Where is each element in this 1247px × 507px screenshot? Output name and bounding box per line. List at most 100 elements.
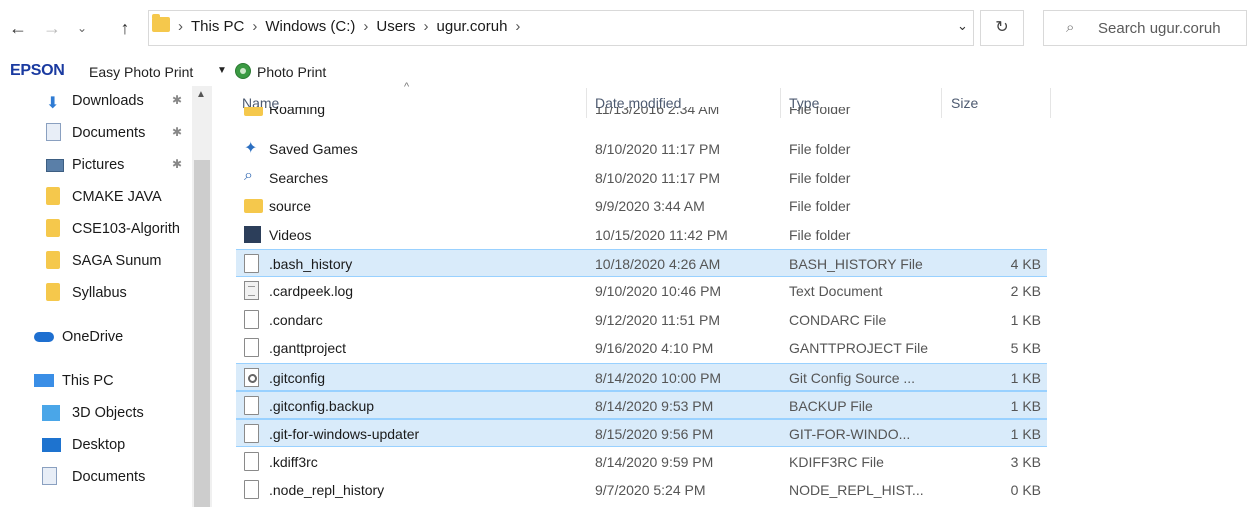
file-row[interactable]: .git-for-windows-updater 8/15/2020 9:56 P… [236, 419, 1047, 448]
file-type: GANTTPROJECT File [789, 340, 928, 357]
back-button[interactable]: ← [6, 16, 30, 40]
breadcrumb-separator[interactable]: › [178, 18, 183, 35]
documents-icon [42, 467, 57, 485]
file-date-modified: 9/7/2020 5:24 PM [595, 482, 706, 499]
file-row[interactable]: .gitconfig 8/14/2020 10:00 PM Git Config S… [236, 362, 1047, 391]
breadcrumb-this-pc[interactable]: This PC [191, 18, 244, 35]
breadcrumb-separator[interactable]: › [363, 18, 368, 35]
folder-icon [244, 199, 263, 214]
desktop-icon [42, 438, 61, 452]
file-date-modified: 8/14/2020 9:53 PM [595, 398, 714, 414]
file-date-modified: 10/15/2020 11:42 PM [595, 226, 728, 243]
refresh-icon: ↻ [995, 19, 1009, 36]
folder-icon [46, 187, 60, 205]
sidebar-scrollbar-thumb[interactable] [194, 160, 210, 507]
sidebar-item-label: CSE103-Algorith [72, 221, 180, 237]
file-name: .gitconfig [269, 369, 326, 386]
recent-locations-button[interactable]: ⌄ [70, 16, 94, 40]
file-row[interactable]: .gitconfig.backup 8/14/2020 9:53 PM BACKUP… [236, 391, 1047, 419]
breadcrumb-ugur-coruh[interactable]: ugur.coruh [437, 18, 508, 35]
sidebar-item-pictures[interactable]: Pictures ✱ [0, 150, 192, 180]
file-row[interactable]: .ganttproject 9/16/2020 4:10 PM GANTTPROJE… [236, 334, 1047, 362]
sidebar-item-label: Syllabus [72, 285, 127, 301]
onedrive-icon [34, 332, 54, 342]
file-date-modified: 9/12/2020 11:51 PM [595, 311, 721, 328]
address-row: ← → ⌄ ↑ › This PC › Windows (C:) › Users › ugur… [0, 0, 1247, 56]
breadcrumb-separator[interactable]: › [252, 18, 257, 35]
search-icon: ⌕ [1066, 19, 1075, 36]
file-type: File folder [789, 141, 851, 158]
sidebar-item-documents[interactable]: Documents ✱ [0, 118, 192, 148]
sidebar-item-onedrive[interactable]: OneDrive [0, 322, 192, 352]
pin-icon: ✱ [172, 93, 183, 107]
file-size: 0 KB [1010, 482, 1041, 499]
sidebar-item-cmake-java[interactable]: CMAKE JAVA [0, 182, 192, 212]
file-type: Text Document [789, 283, 883, 300]
sidebar-item-label: Pictures [72, 157, 125, 173]
refresh-button[interactable]: ↻ [980, 10, 1024, 46]
photo-print-button[interactable]: Photo Print [257, 64, 326, 80]
file-row[interactable]: ✦ Saved Games 8/10/2020 11:17 PM File folde… [236, 135, 1047, 163]
navigation-pane: ▲ ⬇ Downloads ✱ Documents ✱ Pictures ✱ CMAKE JA… [0, 86, 212, 507]
sidebar-item-3d-objects[interactable]: 3D Objects [0, 398, 192, 428]
breadcrumb-separator[interactable]: › [515, 18, 520, 35]
file-row[interactable]: .cardpeek.log 9/10/2020 10:46 PM Text Docu… [236, 277, 1047, 305]
file-date-modified: 9/9/2020 3:44 AM [595, 198, 705, 215]
file-row[interactable]: .bash_history 10/18/2020 4:26 AM BASH_HIST… [236, 249, 1047, 277]
scroll-up-icon[interactable]: ▲ [196, 89, 206, 100]
breadcrumb-windows-c[interactable]: Windows (C:) [265, 18, 355, 35]
file-size: 3 KB [1010, 453, 1041, 470]
column-divider[interactable] [1050, 88, 1051, 118]
folder-icon [46, 251, 60, 269]
file-name: .ganttproject [269, 340, 347, 357]
file-name: source [269, 198, 312, 215]
sidebar-item-label: CMAKE JAVA [72, 189, 162, 205]
photo-print-icon [235, 63, 251, 79]
config-file-icon [244, 367, 259, 387]
file-date-modified: 8/14/2020 10:00 PM [595, 369, 722, 386]
sidebar-item-cse103-algorith[interactable]: CSE103-Algorith [0, 214, 192, 244]
file-row[interactable]: .kdiff3rc 8/14/2020 9:59 PM KDIFF3RC File 3… [236, 448, 1047, 476]
sidebar-item-desktop[interactable]: Desktop [0, 430, 192, 460]
file-icon [244, 254, 259, 273]
breadcrumb-separator[interactable]: › [424, 18, 429, 35]
forward-button[interactable]: → [40, 16, 64, 40]
3d-objects-icon [42, 405, 60, 421]
file-row[interactable]: source 9/9/2020 3:44 AM File folder [236, 192, 1047, 220]
sidebar-item-documents[interactable]: Documents [0, 462, 192, 492]
file-size: 1 KB [1010, 311, 1041, 328]
search-placeholder: Search ugur.coruh [1098, 20, 1221, 37]
file-name: .condarc [269, 311, 323, 328]
easy-photo-print-button[interactable]: Easy Photo Print [89, 64, 193, 80]
dropdown-caret-icon[interactable]: ▼ [217, 65, 227, 76]
file-icon [244, 424, 259, 444]
sidebar-item-saga-sunum[interactable]: SAGA Sunum [0, 246, 192, 276]
file-date-modified: 8/10/2020 11:17 PM [595, 141, 721, 158]
sidebar-item-label: Downloads [72, 93, 144, 109]
file-type: File folder [789, 169, 851, 186]
file-size: 4 KB [1010, 256, 1041, 272]
sidebar-item-label: OneDrive [62, 329, 124, 345]
file-icon [244, 338, 259, 358]
file-type: CONDARC File [789, 311, 887, 328]
file-name: .cardpeek.log [269, 283, 354, 300]
file-date-modified: 8/15/2020 9:56 PM [595, 426, 714, 443]
epson-logo: EPSON [10, 62, 65, 79]
file-date-modified: 9/10/2020 10:46 PM [595, 283, 722, 300]
search-input[interactable]: ⌕ Search ugur.coruh [1043, 10, 1247, 46]
file-row[interactable]: Videos 10/15/2020 11:42 PM File folder [236, 221, 1047, 249]
up-button[interactable]: ↑ [113, 16, 137, 40]
file-type: Git Config Source ... [789, 369, 916, 386]
file-row[interactable]: .condarc 9/12/2020 11:51 PM CONDARC File 1 … [236, 306, 1047, 334]
file-row[interactable]: ⌕ Searches 8/10/2020 11:17 PM File folder [236, 164, 1047, 192]
folder-icon [152, 14, 170, 32]
saved-games-icon: ✦ [244, 140, 258, 158]
file-date-modified: 10/18/2020 4:26 AM [595, 256, 721, 272]
file-row[interactable]: .node_repl_history 9/7/2020 5:24 PM NODE_R… [236, 476, 1047, 504]
sidebar-item-downloads[interactable]: ⬇ Downloads ✱ [0, 86, 192, 116]
sidebar-item-syllabus[interactable]: Syllabus [0, 278, 192, 308]
address-dropdown-chevron-icon[interactable]: ⌄ [957, 18, 968, 34]
file-icon [244, 309, 259, 329]
sidebar-item-this-pc[interactable]: This PC [0, 366, 192, 396]
breadcrumb-users[interactable]: Users [376, 18, 415, 35]
